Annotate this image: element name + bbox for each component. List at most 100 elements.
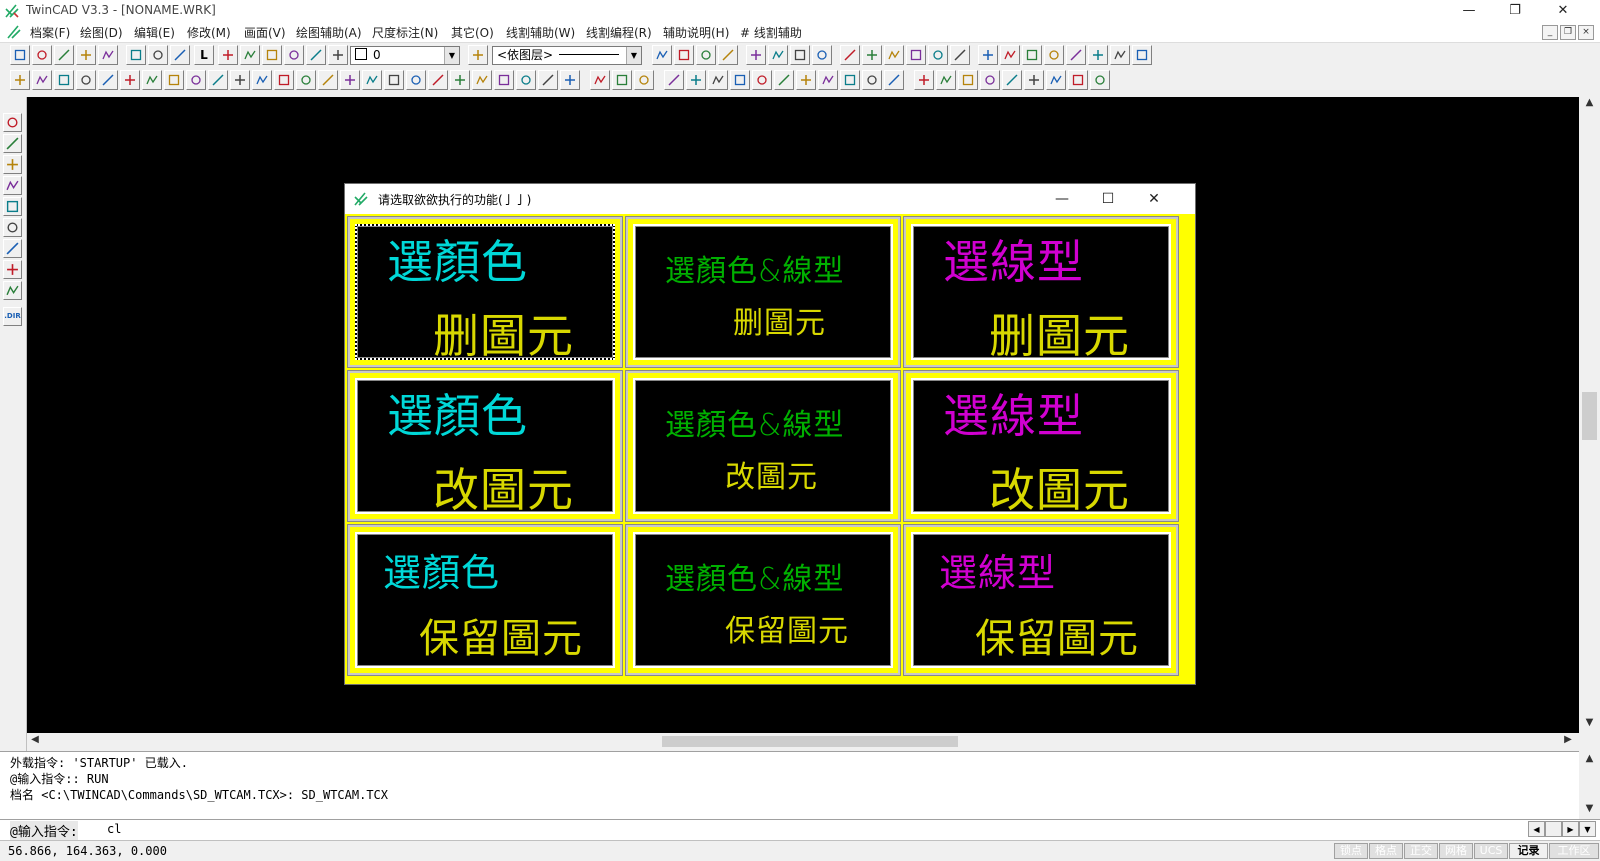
grid2-icon[interactable] xyxy=(450,70,470,90)
dim-r-icon[interactable] xyxy=(708,70,728,90)
function-button[interactable]: 選顏色 删圖元 xyxy=(347,216,623,368)
layer-prev-icon[interactable] xyxy=(240,45,260,65)
dimension-icon[interactable] xyxy=(340,70,360,90)
input-scroll-right-icon[interactable]: ▶ xyxy=(1562,821,1579,837)
status-toggle[interactable]: 锁点 xyxy=(1334,843,1368,859)
ortho-icon[interactable] xyxy=(1046,70,1066,90)
mirror-icon[interactable] xyxy=(120,70,140,90)
status-toggle[interactable]: 记录 xyxy=(1509,843,1548,859)
text-icon[interactable] xyxy=(1022,45,1042,65)
rotate-icon[interactable] xyxy=(76,70,96,90)
menu-view[interactable]: 画面(V) xyxy=(244,24,286,41)
cross-x-icon[interactable] xyxy=(3,155,22,174)
vertical-scrollbar[interactable]: ▲ ▼ xyxy=(1579,97,1600,733)
cut-icon[interactable] xyxy=(126,45,146,65)
color-combo[interactable]: 0 ▼ xyxy=(350,46,460,65)
scroll-right-icon[interactable]: ▶ xyxy=(1562,734,1574,745)
status-toggle[interactable]: 格点 xyxy=(1369,843,1403,859)
calc-icon[interactable] xyxy=(928,45,948,65)
menu-edit[interactable]: 编辑(E) xyxy=(134,24,175,41)
scroll-down-icon[interactable]: ▼ xyxy=(1583,717,1596,728)
walk-icon[interactable] xyxy=(590,70,610,90)
minimize-button[interactable]: — xyxy=(1446,0,1492,22)
cross-icon[interactable] xyxy=(862,70,882,90)
dim-c-icon[interactable] xyxy=(774,70,794,90)
function-button[interactable]: 選線型 改圖元 xyxy=(903,370,1179,522)
snapmode-icon[interactable] xyxy=(472,70,492,90)
layer-lock-icon[interactable] xyxy=(306,45,326,65)
center-icon[interactable] xyxy=(840,70,860,90)
dim-h-icon[interactable] xyxy=(634,70,654,90)
block-icon[interactable] xyxy=(384,70,404,90)
status-toggle[interactable]: 工作区 xyxy=(1549,843,1599,859)
vertical-scroll-thumb[interactable] xyxy=(1582,392,1597,440)
move-icon[interactable] xyxy=(54,70,74,90)
mdi-minimize-button[interactable]: _ xyxy=(1542,25,1558,40)
dir-button[interactable]: .DIR xyxy=(3,307,22,326)
save-icon[interactable] xyxy=(54,45,74,65)
scroll-left-icon[interactable]: ◀ xyxy=(29,734,41,745)
print-icon[interactable] xyxy=(76,45,96,65)
status-toggle[interactable]: 正交 xyxy=(1404,843,1438,859)
zoom-prev-icon[interactable] xyxy=(812,45,832,65)
ruler-icon[interactable] xyxy=(538,70,558,90)
break-icon[interactable] xyxy=(32,70,52,90)
gear-icon[interactable] xyxy=(612,70,632,90)
undo-icon[interactable] xyxy=(652,45,672,65)
grid-icon[interactable] xyxy=(884,45,904,65)
layer-letter-button[interactable]: L xyxy=(194,45,214,65)
zoom-window-icon[interactable] xyxy=(790,45,810,65)
ring-icon[interactable] xyxy=(3,260,22,279)
input-scroll-left-icon[interactable]: ◀ xyxy=(1528,821,1545,837)
document-icon[interactable] xyxy=(6,24,22,40)
new-icon[interactable] xyxy=(10,45,30,65)
copy-icon[interactable] xyxy=(148,45,168,65)
horizontal-scrollbar[interactable]: ◀ ▶ xyxy=(27,733,1579,750)
menu-help[interactable]: 辅助说明(H) xyxy=(663,24,729,41)
dim-a-icon[interactable] xyxy=(686,70,706,90)
open-icon[interactable] xyxy=(32,45,52,65)
eraser-icon[interactable] xyxy=(980,70,1000,90)
erase-icon[interactable] xyxy=(10,70,30,90)
arc-icon[interactable] xyxy=(978,45,998,65)
menu-modify[interactable]: 修改(M) xyxy=(187,24,231,41)
cursor-icon[interactable] xyxy=(560,70,580,90)
money-icon[interactable] xyxy=(950,45,970,65)
function-button[interactable]: 選顏色&線型 改圖元 xyxy=(625,370,901,522)
trim-icon[interactable] xyxy=(164,70,184,90)
snap-icon[interactable] xyxy=(906,45,926,65)
wave-icon[interactable] xyxy=(1132,45,1152,65)
history-scroll-down-icon[interactable]: ▼ xyxy=(1583,803,1596,814)
mdi-close-button[interactable]: × xyxy=(1578,25,1594,40)
dim-p-icon[interactable] xyxy=(818,70,838,90)
status-toggle[interactable]: 网格 xyxy=(1439,843,1473,859)
insert-icon[interactable] xyxy=(406,70,426,90)
zoom-all-icon[interactable] xyxy=(840,45,860,65)
dialog-minimize-button[interactable]: — xyxy=(1039,184,1085,214)
menu-draw[interactable]: 绘图(D) xyxy=(80,24,123,41)
input-scroll-mid[interactable] xyxy=(1545,821,1562,837)
function-button[interactable]: 選顏色&線型 删圖元 xyxy=(625,216,901,368)
dim-l-icon[interactable] xyxy=(796,70,816,90)
function-button[interactable]: 選線型 保留圖元 xyxy=(903,524,1179,676)
menu-wirecut-aid[interactable]: 线割辅助(W) xyxy=(506,24,575,41)
list-icon[interactable] xyxy=(958,70,978,90)
measure-icon[interactable] xyxy=(1066,45,1086,65)
dialog-maximize-button[interactable]: ☐ xyxy=(1085,184,1131,214)
search-pin-icon[interactable] xyxy=(3,281,22,300)
layer-off-icon[interactable] xyxy=(284,45,304,65)
menu-wirecut-extra[interactable]: # 线割辅助 xyxy=(740,24,802,41)
command-history-scrollbar[interactable]: ▲ ▼ xyxy=(1579,751,1600,819)
circle-center-icon[interactable] xyxy=(3,113,22,132)
spark-icon[interactable] xyxy=(3,218,22,237)
layer-set-icon[interactable] xyxy=(262,45,282,65)
history-scroll-up-icon[interactable]: ▲ xyxy=(1583,753,1596,764)
combo-arrow-icon[interactable]: ▼ xyxy=(626,47,641,64)
mdi-restore-button[interactable]: ❐ xyxy=(1560,25,1576,40)
horizontal-scroll-thumb[interactable] xyxy=(662,736,958,747)
target-icon[interactable] xyxy=(1088,45,1108,65)
preview-icon[interactable] xyxy=(98,45,118,65)
array-icon[interactable] xyxy=(1044,45,1064,65)
function-button[interactable]: 選顏色&線型 保留圖元 xyxy=(625,524,901,676)
redo-icon[interactable] xyxy=(674,45,694,65)
